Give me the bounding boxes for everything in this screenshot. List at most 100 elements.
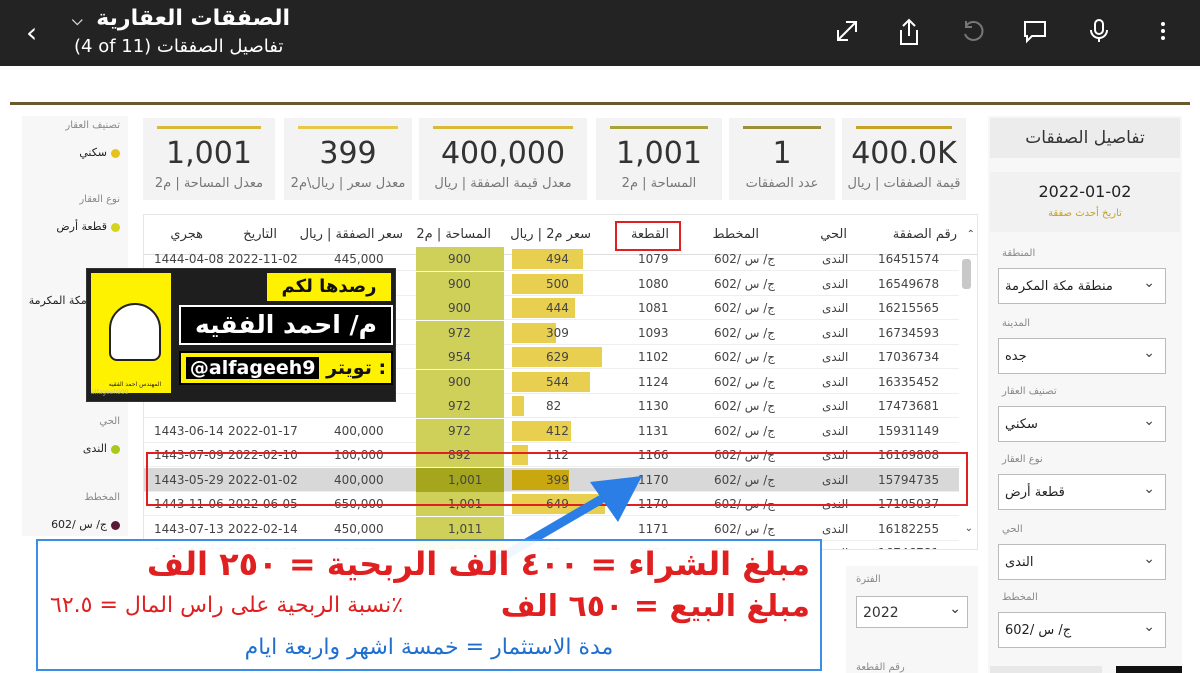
cell-district: الندى [822,546,848,549]
col-date[interactable]: التاريخ [243,227,277,242]
kpi-card[interactable]: 1,001 المساحة | م2 [596,118,722,200]
latest-deal-date: 2022-01-02 [1038,182,1132,201]
cell-plot: 1124 [638,374,669,389]
note-line-2b: نسبة الربحية على راس المال = ٦٢.٥٪ [50,593,404,618]
slicer-dropdown[interactable]: سكني ⌄ [998,406,1166,442]
col-price-m2[interactable]: سعر م2 | ريال [510,227,591,242]
panel-title: تفاصيل الصفقات [990,118,1180,158]
legend-dot-icon [111,148,120,158]
cell-area: 900 [448,252,471,266]
filter-value-text: الندى [82,442,107,455]
cell-plan: 602/ ج/ س [714,276,776,291]
cell-date: 2022-01-17 [228,423,298,438]
kpi-card[interactable]: 1,001 معدل المساحة | م2 [143,118,275,200]
kpi-card[interactable]: 400,000 معدل قيمة الصفقة | ريال [419,118,587,200]
period-slicer: الفترة 2022 ⌄ رقم القطعة [846,566,978,673]
cell-district: الندى [822,301,849,315]
table-row[interactable]: 1443-06-14 2022-01-17 400,000 972 412 1131 602… [144,418,959,443]
sort-up-icon[interactable]: ⌃ [967,229,975,240]
cell-price-m2: 500 [546,276,569,291]
cell-plan: 602/ ج/ س [714,325,776,340]
col-price[interactable]: سعر الصفقة | ريال [300,227,403,242]
cell-area: 954 [448,350,471,364]
kpi-accent-bar [298,126,398,129]
filter-value-text: قطعة أرض [56,220,107,233]
cell-plot: 1130 [638,399,669,413]
author-watermark: المهندس احمد الفقيه رصدها لكم م/ احمد ال… [86,268,396,402]
slicer-dropdown[interactable]: قطعة أرض ⌄ [998,474,1166,510]
filter-value: قطعة أرض [56,220,120,233]
slicer-dropdown[interactable]: الندى ⌄ [998,544,1166,580]
slicer-value: قطعة أرض [1005,485,1065,500]
kpi-label: معدل قيمة الصفقة | ريال [434,176,572,191]
microphone-icon[interactable] [1084,18,1114,48]
period-dropdown[interactable]: 2022 ⌄ [856,596,968,628]
author-caption: المهندس احمد الفقيه [108,381,162,388]
col-district[interactable]: الحي [820,227,847,242]
share-icon[interactable] [894,18,924,48]
slicer-panel: تفاصيل الصفقات 2022-01-02 تاريخ أحدث صفق… [988,116,1182,673]
cell-plot: 1081 [638,301,669,315]
watermark-badge: رصدها لكم [267,273,391,301]
cell-district: الندى [822,252,849,266]
filter-value: سكني [79,146,120,159]
cell-date: 2022-11-02 [228,252,298,266]
cell-hijri: 1444-04-08 [154,252,224,266]
cell-hijri: 1443-06-14 [154,423,224,438]
cell-plan: 602/ ج/ س [714,521,776,536]
more-icon[interactable] [1148,18,1178,48]
kpi-accent-bar [610,126,708,129]
cell-district: الندى [822,350,849,364]
kpi-label: قيمة الصفقات | ريال [847,176,961,191]
slicer-dropdown[interactable]: 602/ ج/ س ⌄ [998,612,1166,648]
scroll-down-icon[interactable]: ⌄ [965,523,973,534]
comment-icon[interactable] [1020,18,1050,48]
header-divider [10,102,1190,105]
cell-price-m2: 82 [546,399,562,413]
cell-district: الندى [822,276,849,291]
report-title: الصفقات العقارية [96,6,291,31]
col-area[interactable]: المساحة | م2 [416,227,491,242]
slicer-value: 602/ ج/ س [1005,623,1072,638]
cell-price-m2: 629 [546,350,569,364]
cell-area: 900 [448,276,471,291]
chevron-down-icon: ⌄ [949,601,961,617]
slicer-dropdown[interactable]: منطقة مكة المكرمة ⌄ [998,268,1166,304]
kpi-card[interactable]: 1 عدد الصفقات [729,118,835,200]
expand-icon[interactable] [832,18,862,48]
undo-icon[interactable] [958,18,988,48]
cell-plot: 1131 [638,423,669,438]
profit-note: مبلغ الشراء = ٤٠٠ الف الربحية = ٢٥٠ الف … [36,539,822,671]
col-hijri[interactable]: هجري [170,227,203,242]
cell-plot: 1102 [638,350,669,364]
cell-district: الندى [822,521,849,536]
legend-dot-icon [111,444,120,454]
twitter-handle: @alfageeh9 [185,357,320,379]
kpi-value: 1 [772,136,792,171]
kpi-card[interactable]: 400.0K قيمة الصفقات | ريال [842,118,966,200]
kpi-value: 1,001 [166,136,252,171]
chevron-down-icon: ⌄ [1143,481,1155,497]
col-deal-no[interactable]: رقم الصفقة [893,227,957,242]
chevron-down-icon: ⌄ [1143,275,1155,291]
kpi-value: 399 [319,136,377,171]
cell-district: الندى [822,325,849,340]
cell-price: 400,000 [334,423,384,438]
cell-price: 450,000 [334,521,384,536]
note-line-1: مبلغ الشراء = ٤٠٠ الف الربحية = ٢٥٠ الف [146,545,810,583]
filter-label: نوع العقار [79,194,120,205]
filter-label: تصنيف العقار [65,120,120,131]
cell-deal-no: 15931149 [878,423,940,438]
cell-date: 2022-02-14 [228,521,298,536]
slicer-label: المدينة [1002,318,1031,329]
cell-deal-no: 16215565 [878,301,940,315]
col-plan[interactable]: المخطط [713,227,759,242]
kpi-card[interactable]: 399 معدل سعر | ريال\م2 [284,118,412,200]
chevron-left-icon[interactable]: ‹ [26,18,37,48]
plot-number-label: رقم القطعة [856,662,905,673]
cell-deal-no: 16182255 [878,521,940,536]
report-title-button[interactable]: ⌵ الصفقات العقارية [72,6,290,31]
period-label: الفترة [856,574,881,585]
slicer-dropdown[interactable]: جده ⌄ [998,338,1166,374]
table-scrollbar[interactable] [962,259,971,289]
